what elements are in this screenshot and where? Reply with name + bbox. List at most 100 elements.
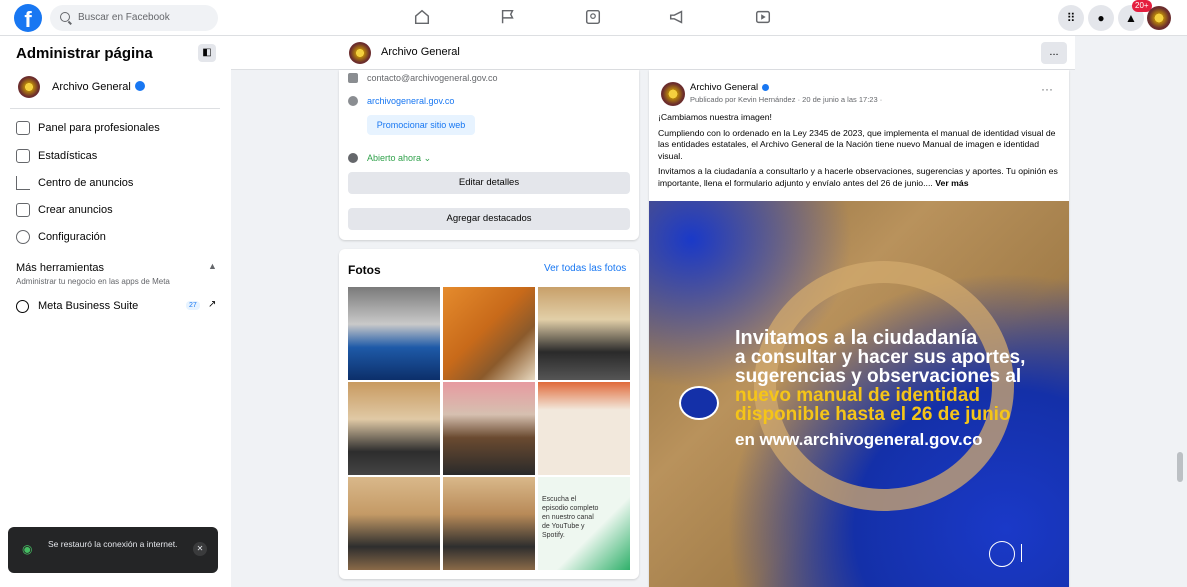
dashboard-icon (16, 121, 30, 135)
clock-icon (348, 153, 358, 163)
image-headline: Invitamos a la ciudadanía a consultar y … (735, 328, 1026, 449)
photo-thumbnail[interactable] (348, 382, 440, 475)
sidebar-item-label: Estadísticas (38, 150, 98, 162)
website-link[interactable]: archivogeneral.gov.co (367, 94, 454, 108)
post-paragraph: Invitamos a la ciudadanía a consultarlo … (658, 166, 1060, 189)
chevron-down-icon: ⌄ (423, 153, 432, 163)
post-image[interactable]: Invitamos a la ciudadanía a consultar y … (649, 201, 1069, 587)
image-text-line: a consultar y hacer sus aportes, (735, 347, 1026, 368)
photo-thumbnail[interactable] (538, 382, 630, 475)
top-navigation-bar: f Buscar en Facebook ⠿ ● ▲ 20+ (0, 0, 1187, 36)
sidebar-item-label: Panel para profesionales (38, 122, 160, 134)
post-author-name: Archivo General (690, 82, 759, 93)
wifi-icon: ◉ (22, 542, 33, 556)
sidebar-page-name: Archivo General (52, 81, 131, 93)
page-avatar (18, 76, 40, 98)
sidebar-item-create-ads[interactable]: Crear anuncios (16, 200, 216, 220)
flag-icon[interactable] (498, 8, 518, 28)
messenger-icon[interactable]: ● (1088, 5, 1114, 31)
photo-thumbnail[interactable]: Escucha el episodio completo en nuestro … (538, 477, 630, 570)
external-link-icon: ↗ (208, 299, 217, 310)
page-scrollbar[interactable] (1177, 452, 1183, 482)
sidebar-item-label: Centro de anuncios (38, 177, 134, 189)
speech-bubble-icon (679, 386, 719, 420)
post-author-avatar[interactable] (661, 82, 685, 106)
photo-thumbnail[interactable] (443, 477, 535, 570)
post-paragraph-text: Invitamos a la ciudadanía a consultarlo … (658, 166, 1058, 188)
photo-grid: Escucha el episodio completo en nuestro … (348, 287, 630, 570)
post-text: ¡Cambiamos nuestra imagen! Cumpliendo co… (658, 112, 1060, 193)
connection-restored-toast: ◉ Se restauró la conexión a internet. ✕ (8, 527, 218, 573)
facebook-logo[interactable]: f (14, 4, 42, 32)
sidebar-item-insights[interactable]: Estadísticas (16, 146, 216, 166)
sidebar-item-settings[interactable]: Configuración (16, 227, 216, 247)
page-icon[interactable] (583, 8, 603, 28)
photo-thumbnail[interactable] (348, 287, 440, 380)
post-paragraph: Cumpliendo con lo ordenado en la Ley 234… (658, 127, 1056, 161)
video-icon[interactable] (753, 8, 773, 28)
email-icon (348, 73, 358, 83)
globe-icon (348, 96, 358, 106)
photo-caption: Escucha el episodio completo en nuestro … (542, 496, 599, 539)
photo-thumbnail[interactable] (538, 287, 630, 380)
manage-page-sidebar: Administrar página ◧ Archivo General Pan… (0, 36, 231, 587)
hours-status[interactable]: Abierto ahora ⌄ (367, 151, 431, 165)
meta-suite-count-badge: 27 (186, 301, 200, 310)
post-options-icon[interactable]: ··· (1041, 82, 1053, 96)
post-author[interactable]: Archivo General (690, 82, 770, 93)
verified-badge-icon (134, 81, 145, 91)
meta-business-suite-label: Meta Business Suite (38, 300, 139, 312)
hours-text: Abierto ahora (367, 153, 422, 163)
photo-thumbnail[interactable] (443, 287, 535, 380)
home-icon[interactable] (412, 8, 432, 28)
insights-icon (16, 149, 30, 163)
divider (10, 108, 220, 109)
post-meta: Publicado por Kevin Hernández · 20 de ju… (690, 95, 883, 104)
sidebar-item-professional-dashboard[interactable]: Panel para profesionales (16, 118, 216, 138)
image-text-line: en www.archivogeneral.gov.co (735, 430, 983, 449)
image-text-line: disponible hasta el 26 de junio (735, 404, 1011, 425)
meta-business-suite-icon (16, 300, 29, 313)
photo-thumbnail[interactable] (443, 382, 535, 475)
email-text: contacto@archivogeneral.gov.co (367, 73, 498, 83)
post-line: ¡Cambiamos nuestra imagen! (658, 112, 772, 122)
verified-badge-icon (762, 84, 770, 91)
more-options-button[interactable]: ... (1041, 42, 1067, 64)
search-icon (60, 12, 70, 22)
photos-card: Fotos Ver todas las fotos Escucha el epi… (339, 249, 639, 579)
toast-message: Se restauró la conexión a internet. (48, 539, 178, 549)
sidebar-title: Administrar página (16, 45, 153, 62)
edit-icon (16, 203, 30, 217)
page-header-name[interactable]: Archivo General (381, 46, 460, 58)
sidebar-item-label: Crear anuncios (38, 204, 113, 216)
sidebar-page-switcher[interactable]: Archivo General (18, 76, 218, 100)
menu-grid-icon[interactable]: ⠿ (1058, 5, 1084, 31)
photos-title: Fotos (348, 263, 381, 277)
page-avatar[interactable] (349, 42, 371, 64)
megaphone-icon[interactable] (667, 8, 687, 28)
search-input[interactable]: Buscar en Facebook (50, 5, 218, 31)
image-text-line: nuevo manual de identidad (735, 385, 980, 406)
image-text-line: sugerencias y observaciones al (735, 366, 1022, 387)
see-all-photos-link[interactable]: Ver todas las fotos (544, 263, 626, 274)
add-featured-button[interactable]: Agregar destacados (348, 208, 630, 230)
search-placeholder: Buscar en Facebook (78, 12, 170, 23)
photo-thumbnail[interactable] (348, 477, 440, 570)
promote-website-button[interactable]: Promocionar sitio web (367, 115, 475, 135)
see-more-link[interactable]: Ver más (935, 178, 968, 188)
page-header: Archivo General ... (231, 36, 1075, 70)
archive-logo-text (1021, 544, 1055, 562)
close-icon[interactable]: ✕ (193, 542, 207, 556)
more-tools-subtitle: Administrar tu negocio en las apps de Me… (16, 277, 170, 286)
more-tools-heading[interactable]: Más herramientas (16, 262, 104, 274)
archive-seal-logo (989, 541, 1015, 567)
collapse-sidebar-icon[interactable]: ◧ (198, 44, 216, 62)
chevron-up-icon[interactable]: ▲ (208, 261, 217, 271)
sidebar-item-label: Configuración (38, 231, 106, 243)
meta-business-suite-link[interactable]: Meta Business Suite 27 ↗ (16, 299, 220, 315)
sidebar-item-ad-center[interactable]: Centro de anuncios (16, 173, 216, 193)
edit-details-button[interactable]: Editar detalles (348, 172, 630, 194)
account-avatar[interactable] (1147, 6, 1171, 30)
intro-card: contacto@archivogeneral.gov.co archivoge… (339, 70, 639, 240)
megaphone-icon (16, 176, 30, 190)
